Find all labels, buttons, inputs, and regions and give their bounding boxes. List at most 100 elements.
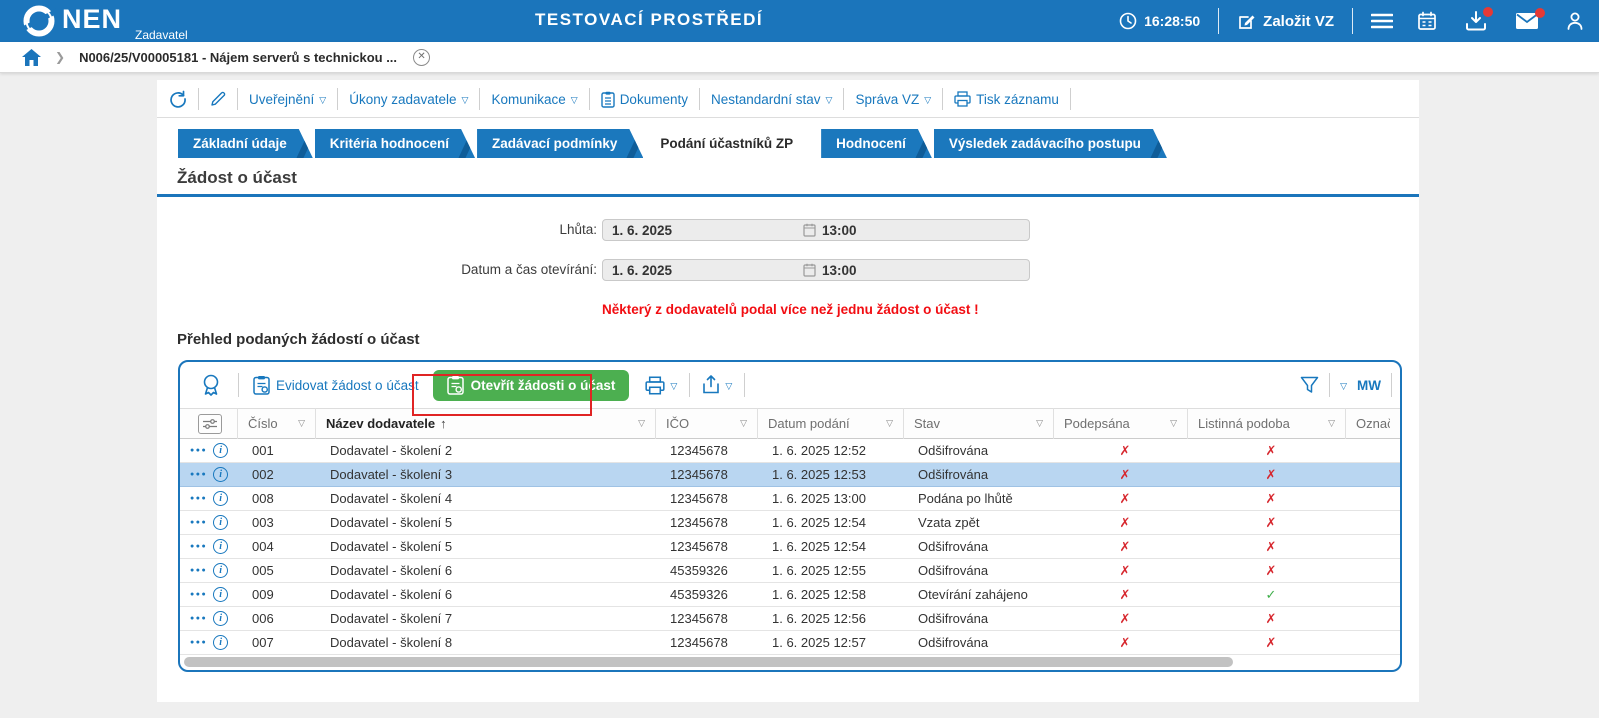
info-icon[interactable]: i <box>213 635 229 650</box>
row-menu-icon[interactable]: ●●● <box>190 567 207 574</box>
row-menu-icon[interactable]: ●●● <box>190 543 207 550</box>
filter-icon[interactable]: ▽ <box>1032 418 1043 429</box>
tab-kriteria-hodnoceni[interactable]: Kritéria hodnocení <box>315 129 475 158</box>
column-header-datum-podani[interactable]: Datum podání ▽ <box>758 408 904 439</box>
tab-bar: Základní údaje Kritéria hodnocení Zadáva… <box>178 129 1169 158</box>
tab-zadavaci-podminky[interactable]: Zadávací podmínky <box>477 129 643 158</box>
user-icon <box>1567 12 1583 30</box>
toolbar-item-dokumenty[interactable]: Dokumenty <box>600 91 688 108</box>
mw-button[interactable]: MW <box>1357 378 1381 393</box>
table-row[interactable]: ●●● i 009 Dodavatel - školení 6 45359326 … <box>180 583 1400 607</box>
table-row[interactable]: ●●● i 001 Dodavatel - školení 2 12345678 … <box>180 439 1400 463</box>
row-menu-icon[interactable]: ●●● <box>190 615 207 622</box>
toolbar-item-tisk-zaznamu[interactable]: Tisk záznamu <box>954 91 1059 107</box>
edit-button[interactable] <box>210 91 226 107</box>
open-requests-button[interactable]: Otevřít žádosti o účast <box>432 369 630 401</box>
tab-hodnoceni[interactable]: Hodnocení <box>821 129 932 158</box>
sort-asc-icon[interactable]: ↑ <box>440 416 447 431</box>
form-row-oteviranie: Datum a čas otevírání: 1. 6. 2025 13:00 <box>157 259 1419 281</box>
print-table-button[interactable] <box>645 375 665 395</box>
filter-button[interactable] <box>1300 376 1319 394</box>
filter-icon[interactable]: ▽ <box>294 418 305 429</box>
cell-podepsana-mark: ✗ <box>1119 466 1131 482</box>
breadcrumb: ❯ N006/25/V00005181 - Nájem serverů s te… <box>0 42 1599 73</box>
info-icon[interactable]: i <box>213 515 229 530</box>
table-row[interactable]: ●●● i 004 Dodavatel - školení 5 12345678 … <box>180 535 1400 559</box>
info-icon[interactable]: i <box>213 491 229 506</box>
toolbar-item-uverejneni[interactable]: Uveřejnění ▽ <box>249 92 326 107</box>
row-menu-icon[interactable]: ●●● <box>190 495 207 502</box>
row-menu-icon[interactable]: ●●● <box>190 447 207 454</box>
nen-logo[interactable]: NEN Zadavatel <box>22 4 188 42</box>
cell-ico: 12345678 <box>670 539 728 554</box>
close-record-icon[interactable]: ✕ <box>413 48 431 66</box>
filter-icon[interactable]: ▽ <box>882 418 893 429</box>
table-row[interactable]: ●●● i 003 Dodavatel - školení 5 12345678 … <box>180 511 1400 535</box>
toolbar-item-komunikace[interactable]: Komunikace ▽ <box>491 92 577 107</box>
record-toolbar: Uveřejnění ▽ Úkony zadavatele ▽ Komunikace… <box>169 84 1071 114</box>
toolbar-item-sprava-vz[interactable]: Správa VZ ▽ <box>855 92 931 107</box>
row-menu-icon[interactable]: ●●● <box>190 471 207 478</box>
table-section-title: Přehled podaných žádostí o účast <box>177 331 420 348</box>
table-row[interactable]: ●●● i 008 Dodavatel - školení 4 12345678 … <box>180 487 1400 511</box>
filter-icon[interactable]: ▽ <box>1324 418 1335 429</box>
downloads-button[interactable] <box>1465 7 1493 31</box>
column-header-podepsana[interactable]: Podepsána ▽ <box>1054 408 1188 439</box>
cell-cislo: 004 <box>252 539 274 554</box>
refresh-button[interactable] <box>169 90 187 108</box>
tab-zakladni-udaje[interactable]: Základní údaje <box>178 129 313 158</box>
home-icon[interactable] <box>22 48 41 66</box>
register-request-button[interactable]: Evidovat žádost o účast <box>253 375 419 395</box>
printer-icon <box>954 91 971 107</box>
table-row[interactable]: ●●● i 007 Dodavatel - školení 8 12345678 … <box>180 631 1400 655</box>
opening-datetime-field[interactable]: 1. 6. 2025 13:00 <box>602 259 1030 281</box>
column-header-oznacit[interactable]: Označ <box>1346 408 1400 439</box>
breadcrumb-record[interactable]: N006/25/V00005181 - Nájem serverů s tech… <box>79 50 397 65</box>
date-value: 1. 6. 2025 <box>612 262 673 278</box>
export-button[interactable] <box>702 375 720 395</box>
column-header-stav[interactable]: Stav ▽ <box>904 408 1054 439</box>
table-row[interactable]: ●●● i 006 Dodavatel - školení 7 12345678 … <box>180 607 1400 631</box>
cell-dodavatel: Dodavatel - školení 3 <box>330 467 453 482</box>
row-menu-icon[interactable]: ●●● <box>190 519 207 526</box>
create-vz-button[interactable]: Založit VZ <box>1237 12 1334 31</box>
column-header-cislo[interactable]: Číslo ▽ <box>238 408 316 439</box>
filter-icon[interactable]: ▽ <box>634 418 645 429</box>
toolbar-item-nestandardni-stav[interactable]: Nestandardní stav ▽ <box>711 92 832 107</box>
award-button[interactable] <box>200 373 222 397</box>
info-icon[interactable]: i <box>213 539 229 554</box>
dropdown-icon: ▽ <box>825 94 833 105</box>
cell-listinna-mark: ✗ <box>1265 610 1277 626</box>
deadline-datetime-field[interactable]: 1. 6. 2025 13:00 <box>602 219 1030 241</box>
info-icon[interactable]: i <box>213 587 229 602</box>
scrollbar-thumb[interactable] <box>184 657 1234 667</box>
column-header-listinna-podoba[interactable]: Listinná podoba ▽ <box>1188 408 1346 439</box>
dropdown-icon[interactable]: ▽ <box>1340 379 1347 392</box>
info-icon[interactable]: i <box>213 443 229 458</box>
dropdown-icon[interactable]: ▽ <box>725 379 732 392</box>
divider <box>479 88 481 110</box>
tab-podani-ucastniku-zp[interactable]: Podání účastníků ZP <box>645 129 819 158</box>
cell-cislo: 002 <box>252 467 274 482</box>
tab-vysledek-zadavaciho-postupu[interactable]: Výsledek zadávacího postupu <box>934 129 1167 158</box>
column-header-ico[interactable]: IČO ▽ <box>656 408 758 439</box>
table-row-selected[interactable]: ●●● i 002 Dodavatel - školení 3 12345678 … <box>180 463 1400 487</box>
toolbar-item-ukony-zadavatele[interactable]: Úkony zadavatele ▽ <box>349 92 468 107</box>
cell-datum: 1. 6. 2025 12:58 <box>772 587 866 602</box>
filter-icon[interactable]: ▽ <box>1166 418 1177 429</box>
info-icon[interactable]: i <box>213 563 229 578</box>
menu-button[interactable] <box>1371 13 1393 29</box>
column-header-nazev-dodavatele[interactable]: Název dodavatele ↑ ▽ <box>316 408 656 439</box>
info-icon[interactable]: i <box>213 467 229 482</box>
row-menu-icon[interactable]: ●●● <box>190 591 207 598</box>
filter-icon[interactable]: ▽ <box>736 418 747 429</box>
info-icon[interactable]: i <box>213 611 229 626</box>
column-settings-icon[interactable] <box>198 413 222 434</box>
calendar-button[interactable] <box>1417 11 1437 31</box>
table-row[interactable]: ●●● i 005 Dodavatel - školení 6 45359326 … <box>180 559 1400 583</box>
profile-button[interactable] <box>1565 11 1585 31</box>
cell-dodavatel: Dodavatel - školení 5 <box>330 515 453 530</box>
row-menu-icon[interactable]: ●●● <box>190 639 207 646</box>
dropdown-icon[interactable]: ▽ <box>670 379 677 392</box>
messages-button[interactable] <box>1515 8 1545 30</box>
